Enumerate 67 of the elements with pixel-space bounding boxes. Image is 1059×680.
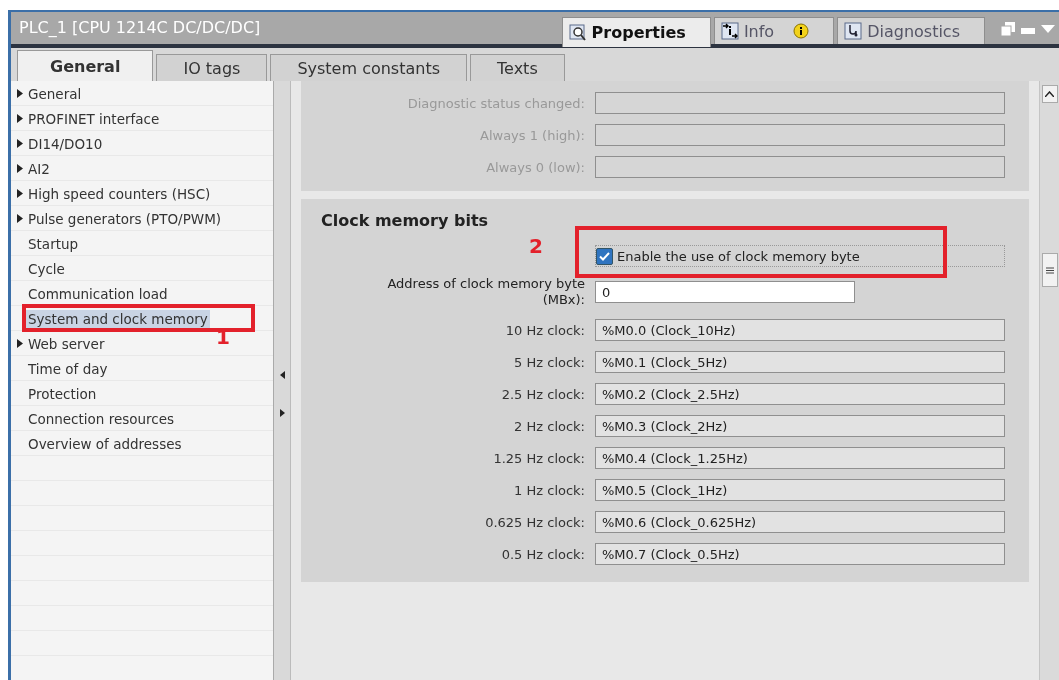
field-label: 2 Hz clock: xyxy=(513,418,585,434)
nav-item[interactable]: Protection xyxy=(26,384,99,403)
readonly-field: %M0.3 (Clock_2Hz) xyxy=(595,415,1005,437)
scroll-up-button[interactable] xyxy=(1041,85,1058,103)
field-label: Always 0 (low): xyxy=(485,159,585,175)
nav-item[interactable]: Startup xyxy=(26,234,81,253)
readonly-field: %M0.6 (Clock_0.625Hz) xyxy=(595,511,1005,533)
field-label: Diagnostic status changed: xyxy=(406,95,585,111)
nav-item[interactable]: Time of day xyxy=(26,359,110,378)
nav-item[interactable]: Web server xyxy=(26,334,107,353)
nav-item[interactable]: DI14/DO10 xyxy=(26,134,105,153)
expand-arrow-icon[interactable] xyxy=(17,139,23,148)
caret-up-icon xyxy=(1045,91,1054,97)
tab[interactable]: System constants xyxy=(270,54,467,81)
field-label: 10 Hz clock: xyxy=(504,322,585,338)
field-label: (MBx): xyxy=(541,292,585,308)
panel-tab[interactable]: Info xyxy=(713,17,835,44)
field-label: 5 Hz clock: xyxy=(513,354,585,370)
checkbox-label: Enable the use of clock memory byte xyxy=(617,248,860,264)
readonly-field: %M0.7 (Clock_0.5Hz) xyxy=(595,543,1005,565)
readonly-field: %M0.1 (Clock_5Hz) xyxy=(595,351,1005,373)
field-label: 2.5 Hz clock: xyxy=(500,386,585,402)
nav-item[interactable]: Overview of addresses xyxy=(26,434,184,453)
tab[interactable]: Texts xyxy=(470,54,565,81)
nav-item[interactable]: Connection resources xyxy=(26,409,177,428)
expand-arrow-icon[interactable] xyxy=(17,339,23,348)
field-label: 0.5 Hz clock: xyxy=(500,546,585,562)
enable-checkbox[interactable]: Enable the use of clock memory byte xyxy=(595,245,1005,267)
info-icon xyxy=(793,23,810,39)
collapse-arrow-icon[interactable] xyxy=(279,371,285,379)
nav-item[interactable]: Cycle xyxy=(26,259,67,278)
panel-tab[interactable]: Properties xyxy=(561,17,711,47)
nav-item[interactable]: Communication load xyxy=(26,284,170,303)
magnifier-icon xyxy=(568,23,587,42)
expand-arrow-icon[interactable] xyxy=(17,114,23,123)
nav-item[interactable]: AI2 xyxy=(26,159,52,178)
nav-item[interactable]: Pulse generators (PTO/PWM) xyxy=(26,209,224,228)
field-label: Address of clock memory byte xyxy=(386,276,585,292)
tab[interactable]: General xyxy=(17,50,154,81)
nav-item[interactable]: High speed counters (HSC) xyxy=(26,184,213,203)
nav-item[interactable]: General xyxy=(26,84,84,103)
input-field[interactable]: 0 xyxy=(595,281,855,303)
scroll-thumb[interactable] xyxy=(1041,253,1058,287)
expand-arrow-icon[interactable] xyxy=(17,89,23,98)
field-label: 1 Hz clock: xyxy=(513,482,585,498)
field-label: Always 1 (high): xyxy=(479,127,585,143)
expand-arrow-icon[interactable] xyxy=(17,189,23,198)
window-title: PLC_1 [CPU 1214C DC/DC/DC] xyxy=(18,18,262,39)
readonly-field: %M0.5 (Clock_1Hz) xyxy=(595,479,1005,501)
readonly-field: %M0.0 (Clock_10Hz) xyxy=(595,319,1005,341)
nav-item[interactable]: PROFINET interface xyxy=(26,109,162,128)
check-icon xyxy=(599,251,610,261)
annotation-number: 2 xyxy=(529,234,543,258)
expand-arrow-icon[interactable] xyxy=(279,409,285,417)
checkbox[interactable] xyxy=(596,247,613,265)
stethoscope-icon xyxy=(844,22,863,40)
tab[interactable]: IO tags xyxy=(156,54,268,81)
readonly-field: %M0.4 (Clock_1.25Hz) xyxy=(595,447,1005,469)
readonly-field: %M0.2 (Clock_2.5Hz) xyxy=(595,383,1005,405)
expand-arrow-icon[interactable] xyxy=(17,214,23,223)
panel-tab[interactable]: Diagnostics xyxy=(837,17,985,44)
field-label: 1.25 Hz clock: xyxy=(492,450,585,466)
field-label: 0.625 Hz clock: xyxy=(484,514,585,530)
section-title: Clock memory bits xyxy=(320,211,490,230)
expand-arrow-icon[interactable] xyxy=(17,164,23,173)
info-arrows-icon xyxy=(720,22,739,40)
nav-item[interactable]: System and clock memory xyxy=(26,309,210,328)
